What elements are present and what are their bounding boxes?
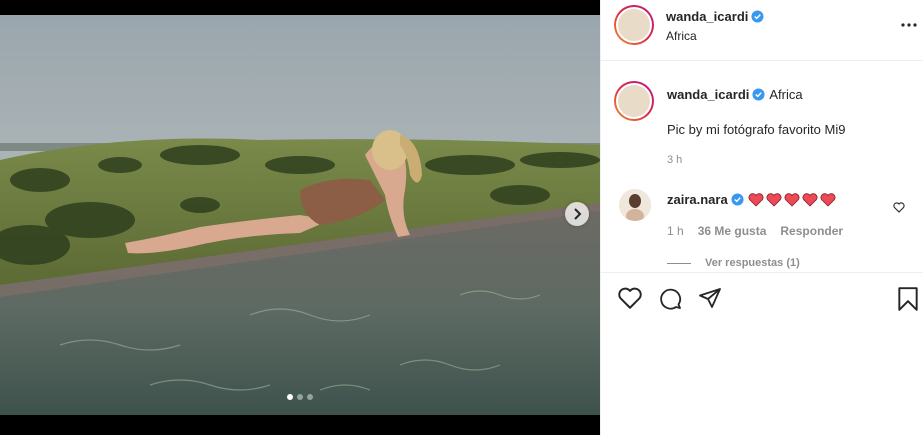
carousel-indicator [287, 394, 313, 400]
commenter-avatar[interactable] [619, 189, 651, 221]
view-replies-button[interactable]: Ver respuestas (1) [667, 257, 800, 269]
heart-emoji-icon [748, 193, 764, 207]
author-username[interactable]: wanda_icardi [666, 9, 764, 24]
carousel-dot-active [287, 394, 293, 400]
carousel-dot [307, 394, 313, 400]
post-photo[interactable] [0, 15, 600, 415]
verified-icon [731, 193, 744, 206]
next-image-button[interactable] [565, 202, 589, 226]
action-bar [601, 272, 923, 332]
safari-pool-image [0, 15, 600, 415]
comment-likes[interactable]: 36 Me gusta [698, 224, 767, 238]
save-button[interactable] [897, 286, 919, 317]
caption-header: wanda_icardi Africa [667, 87, 803, 102]
heart-emoji-icon [802, 193, 818, 207]
caption-location: Africa [769, 87, 803, 102]
comment-button[interactable] [657, 286, 683, 315]
carousel-dot [297, 394, 303, 400]
more-options-button[interactable] [901, 15, 917, 33]
comment-meta: 1 h 36 Me gusta Responder [667, 224, 843, 238]
verified-icon [752, 88, 765, 101]
heart-icon [618, 287, 642, 309]
post-modal: wanda_icardi Africa wanda_icardi Africa P… [0, 0, 923, 435]
bookmark-icon [898, 287, 918, 311]
author-avatar[interactable] [614, 5, 654, 45]
caption-timestamp: 3 h [667, 154, 683, 166]
post-side-panel: wanda_icardi Africa wanda_icardi Africa P… [600, 0, 923, 435]
caption-author-avatar[interactable] [614, 81, 654, 121]
reply-button[interactable]: Responder [780, 224, 843, 238]
heart-emoji-icon [784, 193, 800, 207]
comment-icon [660, 288, 682, 310]
chevron-right-icon [574, 208, 582, 220]
like-button[interactable] [617, 286, 643, 315]
caption-text: Pic by mi fotógrafo favorito Mi9 [667, 122, 846, 137]
caption-username[interactable]: wanda_icardi [667, 87, 749, 102]
view-replies-label: Ver respuestas (1) [705, 257, 800, 269]
commenter-username[interactable]: zaira.nara [667, 192, 728, 207]
heart-emoji-icon [766, 193, 782, 207]
more-icon [901, 23, 917, 27]
post-location[interactable]: Africa [666, 29, 697, 43]
comment-like-button[interactable] [893, 200, 905, 218]
comment-body: zaira.nara [667, 192, 836, 207]
commenter-avatar-image [619, 189, 651, 221]
share-button[interactable] [697, 286, 723, 315]
comment-hearts [748, 193, 836, 207]
heart-outline-icon [893, 202, 905, 213]
share-icon [699, 288, 721, 308]
comment-time: 1 h [667, 224, 684, 238]
post-header: wanda_icardi Africa [601, 0, 923, 61]
replies-divider [667, 262, 691, 264]
heart-emoji-icon [820, 193, 836, 207]
verified-icon [751, 10, 764, 23]
